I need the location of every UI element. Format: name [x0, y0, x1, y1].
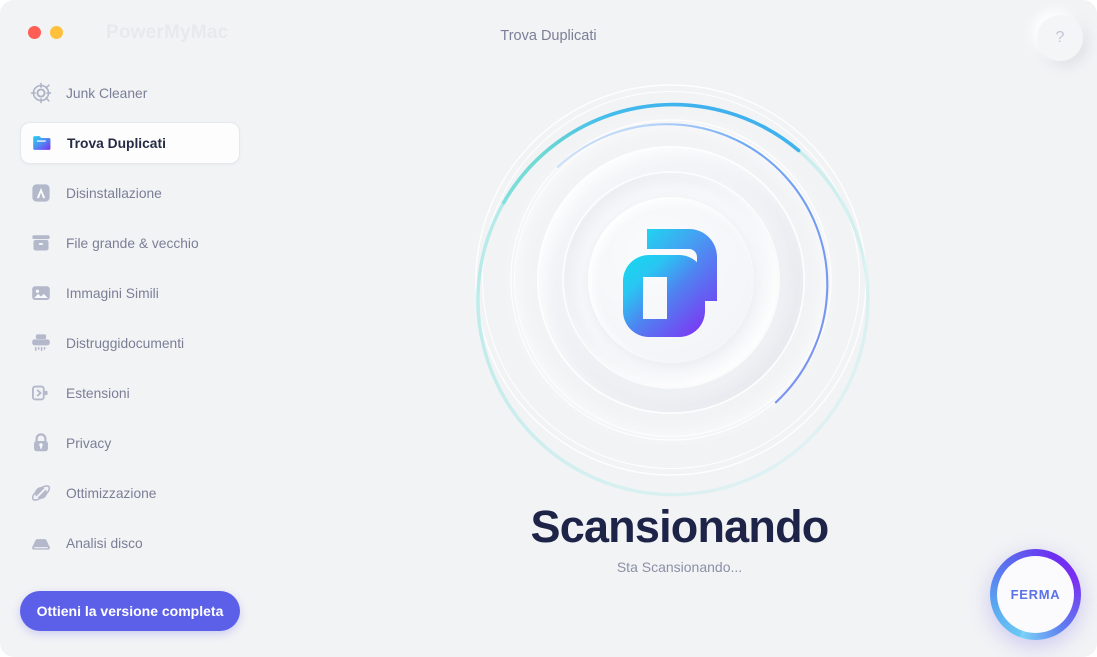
sidebar-item-label: Estensioni: [66, 385, 130, 401]
scan-animation: [468, 77, 874, 497]
sidebar-item-immagini-simili[interactable]: Immagini Simili: [20, 272, 240, 314]
sidebar-item-label: Junk Cleaner: [66, 85, 148, 101]
main-content: Scansionando Sta Scansionando...: [262, 66, 1097, 657]
sidebar-item-trova-duplicati[interactable]: Trova Duplicati: [20, 122, 240, 164]
sidebar-item-label: Distruggidocumenti: [66, 335, 185, 351]
sidebar-item-privacy[interactable]: Privacy: [20, 422, 240, 464]
sidebar-item-ottimizzazione[interactable]: Ottimizzazione: [20, 472, 240, 514]
sidebar-item-label: Analisi disco: [66, 535, 143, 551]
image-icon: [32, 286, 50, 300]
sidebar: Junk Cleaner Trova Duplicati Disinstalla…: [0, 66, 262, 657]
sidebar-item-distruggidocumenti[interactable]: Distruggidocumenti: [20, 322, 240, 364]
help-button[interactable]: ?: [1037, 15, 1083, 61]
sidebar-item-label: Immagini Simili: [66, 285, 159, 301]
sidebar-item-label: Disinstallazione: [66, 185, 162, 201]
sidebar-item-label: Privacy: [66, 435, 112, 451]
sidebar-item-label: Ottimizzazione: [66, 485, 157, 501]
lock-icon: [34, 433, 48, 452]
optimize-icon: [31, 485, 51, 501]
get-full-version-button[interactable]: Ottieni la versione completa: [20, 591, 240, 631]
sidebar-item-disinstallazione[interactable]: Disinstallazione: [20, 172, 240, 214]
sidebar-item-junk-cleaner[interactable]: Junk Cleaner: [20, 72, 240, 114]
sidebar-item-file-grande-vecchio[interactable]: File grande & vecchio: [20, 222, 240, 264]
sidebar-item-label: Trova Duplicati: [67, 135, 166, 151]
scan-status-subtitle: Sta Scansionando...: [616, 559, 743, 575]
duplicate-files-icon: [623, 229, 717, 337]
app-store-icon: [32, 184, 50, 202]
archive-box-icon: [32, 235, 50, 251]
sidebar-item-label: File grande & vecchio: [66, 235, 199, 251]
plug-icon: [32, 385, 48, 401]
stop-scan-button[interactable]: FERMA: [997, 556, 1074, 633]
window-title: Trova Duplicati: [500, 28, 597, 44]
sidebar-item-estensioni[interactable]: Estensioni: [20, 372, 240, 414]
disk-icon: [32, 539, 50, 550]
sidebar-nav: Junk Cleaner Trova Duplicati Disinstalla…: [0, 72, 262, 572]
app-window: PowerMyMac Trova Duplicati ? Junk Cleane…: [0, 0, 1097, 657]
scan-status-title: Scansionando: [530, 501, 830, 552]
folder-icon: [33, 136, 51, 150]
stop-scan-control: FERMA: [990, 549, 1081, 640]
shredder-icon: [32, 334, 50, 352]
stop-button-label: FERMA: [1010, 587, 1061, 602]
question-mark-icon: ?: [1055, 28, 1065, 46]
sidebar-item-analisi-disco[interactable]: Analisi disco: [20, 522, 240, 564]
title-bar: PowerMyMac Trova Duplicati ?: [0, 0, 1097, 66]
junk-cleaner-icon: [30, 82, 52, 104]
